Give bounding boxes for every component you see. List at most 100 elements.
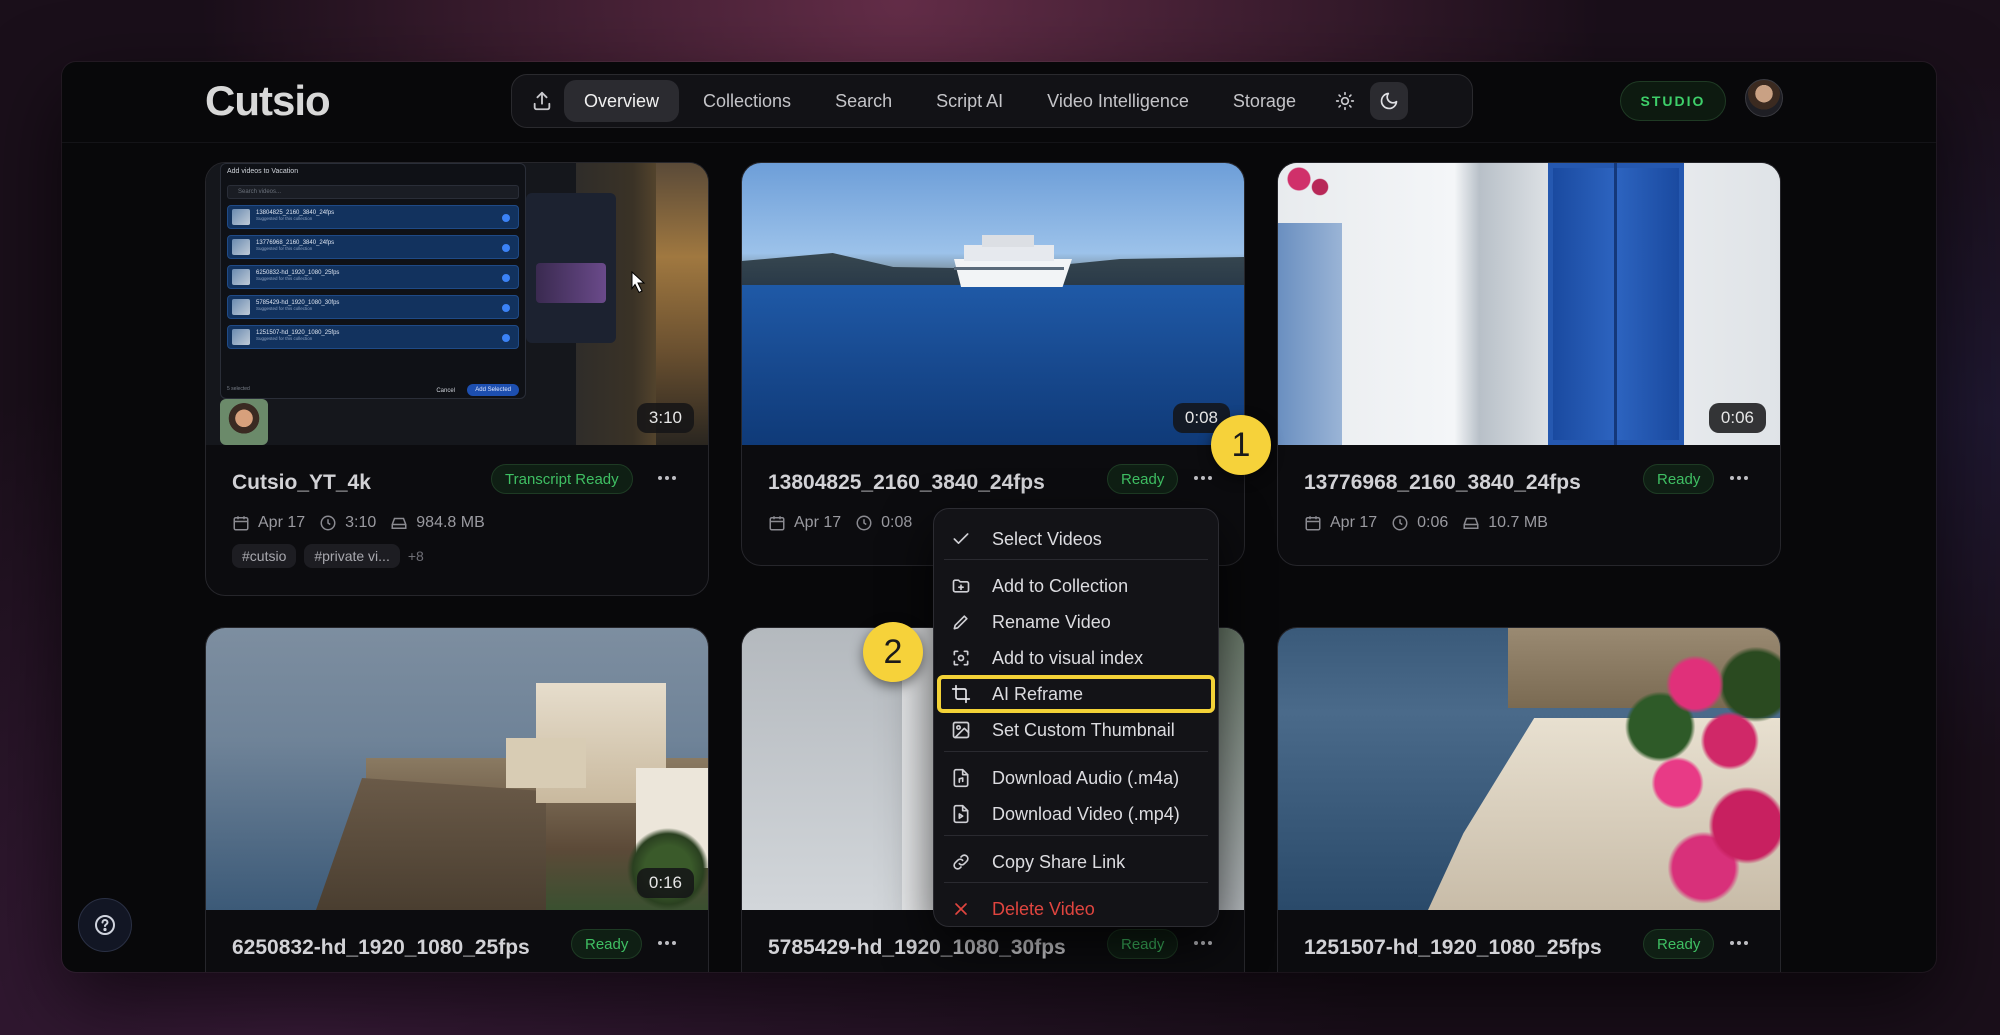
menu-item-set-custom-thumbnail[interactable]: Set Custom Thumbnail: [934, 714, 1218, 746]
header-divider: [62, 142, 1936, 143]
menu-item-download-video[interactable]: Download Video (.mp4): [934, 798, 1218, 830]
dialog-add: Add Selected: [467, 384, 519, 396]
embedded-dialog: Add videos to Vacation Search videos... …: [220, 163, 526, 399]
calendar-icon: [1305, 516, 1321, 531]
help-button[interactable]: [78, 898, 132, 952]
ai-reframe-highlight: [937, 675, 1215, 713]
video-thumbnail[interactable]: 0:16: [206, 628, 708, 910]
folder-plus-icon: [952, 579, 970, 593]
top-nav: Overview Collections Search Script AI Vi…: [511, 74, 1473, 128]
dialog-item-check: [502, 274, 510, 282]
video-card[interactable]: 0:06 13776968_2160_3840_24fps Ready Apr …: [1277, 162, 1781, 566]
menu-item-add-to-collection[interactable]: Add to Collection: [934, 570, 1218, 602]
video-card[interactable]: 0:16 6250832-hd_1920_1080_25fps Ready: [205, 627, 709, 972]
ship-illustration: [942, 233, 1072, 289]
video-title: 13804825_2160_3840_24fps: [768, 471, 1045, 494]
video-card[interactable]: 0:08 13804825_2160_3840_24fps Ready Apr …: [741, 162, 1245, 566]
tab-search[interactable]: Search: [815, 80, 912, 122]
clock-icon: [1392, 515, 1408, 531]
user-avatar[interactable]: [1745, 79, 1783, 117]
dialog-item-sub: Suggested for this collection: [256, 336, 313, 341]
video-thumbnail[interactable]: [1278, 628, 1780, 910]
dialog-item-check: [502, 214, 510, 222]
tag[interactable]: #cutsio: [232, 544, 297, 568]
dialog-item-check: [502, 304, 510, 312]
status-badge: Ready: [1107, 929, 1179, 959]
video-thumbnail[interactable]: 0:06: [1278, 163, 1780, 445]
video-length: 3:10: [345, 514, 377, 531]
tab-script-ai[interactable]: Script AI: [916, 80, 1023, 122]
status-badge: Ready: [1107, 464, 1179, 494]
dialog-item-sub: Suggested for this collection: [256, 306, 313, 311]
video-meta: Apr 17 3:10 984.8 MB: [232, 514, 499, 532]
step-callout-2: 2: [863, 622, 923, 682]
pink-flowers: [1608, 628, 1780, 910]
video-title: 1251507-hd_1920_1080_25fps: [1304, 936, 1602, 959]
video-meta: Apr 17 0:08: [768, 514, 926, 532]
brand-logo[interactable]: Cutsio: [205, 77, 331, 125]
tab-collections[interactable]: Collections: [683, 80, 811, 122]
dialog-title: Add videos to Vacation: [227, 168, 299, 175]
upload-button[interactable]: [520, 81, 564, 121]
menu-item-label: Rename Video: [992, 611, 1111, 632]
studio-button[interactable]: STUDIO: [1620, 81, 1726, 121]
menu-item-download-audio[interactable]: Download Audio (.m4a): [934, 762, 1218, 794]
image-icon: [952, 721, 970, 739]
video-card[interactable]: 1251507-hd_1920_1080_25fps Ready: [1277, 627, 1781, 972]
dialog-item-title: 5785429-hd_1920_1080_30fps: [256, 300, 340, 306]
more-options-button[interactable]: [1726, 931, 1752, 955]
video-length: 0:06: [1417, 514, 1449, 531]
tab-overview[interactable]: Overview: [564, 80, 680, 122]
more-options-button[interactable]: [654, 931, 680, 955]
video-thumbnail[interactable]: 0:08: [742, 163, 1244, 445]
video-date: Apr 17: [258, 514, 306, 531]
menu-item-label: Download Audio (.m4a): [992, 767, 1180, 788]
dialog-item-sub: Suggested for this collection: [256, 216, 313, 221]
more-options-button[interactable]: [1190, 931, 1216, 955]
menu-item-delete-video[interactable]: Delete Video: [934, 893, 1218, 925]
storage-icon: [391, 517, 407, 529]
dialog-list-item: 1251507-hd_1920_1080_25fps Suggested for …: [227, 325, 519, 349]
more-options-button[interactable]: [654, 466, 680, 490]
dialog-list-item: 13776968_2160_3840_24fps Suggested for th…: [227, 235, 519, 259]
pencil-icon: [953, 615, 968, 630]
duration-badge: 3:10: [636, 403, 694, 433]
video-meta: Apr 17 0:06 10.7 MB: [1304, 514, 1562, 532]
dialog-item-thumb: [232, 269, 250, 285]
duration-badge: 0:06: [1708, 403, 1766, 433]
more-options-button[interactable]: [1726, 466, 1752, 490]
video-date: Apr 17: [1330, 514, 1378, 531]
link-icon: [953, 854, 969, 870]
menu-item-add-to-visual-index[interactable]: Add to visual index: [934, 642, 1218, 674]
menu-divider: [944, 882, 1208, 883]
menu-item-rename-video[interactable]: Rename Video: [934, 606, 1218, 638]
menu-item-label: Download Video (.mp4): [992, 803, 1180, 824]
dialog-item-title: 13776968_2160_3840_24fps: [256, 240, 335, 246]
dialog-item-title: 6250832-hd_1920_1080_25fps: [256, 270, 340, 276]
tab-storage[interactable]: Storage: [1213, 80, 1316, 122]
tag[interactable]: #private vi...: [304, 544, 400, 568]
dialog-item-thumb: [232, 299, 250, 315]
dialog-list-item: 5785429-hd_1920_1080_30fps Suggested for …: [227, 295, 519, 319]
menu-item-select-videos[interactable]: Select Videos: [934, 523, 1218, 555]
video-size: 10.7 MB: [1488, 514, 1548, 531]
tab-video-intelligence[interactable]: Video Intelligence: [1027, 80, 1209, 122]
menu-divider: [944, 751, 1208, 752]
dialog-list-item: 13804825_2160_3840_24fps Suggested for th…: [227, 205, 519, 229]
video-context-menu: Select Videos Add to Collection Rename V…: [933, 508, 1219, 927]
menu-item-label: Copy Share Link: [992, 851, 1126, 872]
menu-item-copy-share-link[interactable]: Copy Share Link: [934, 846, 1218, 878]
light-theme-button[interactable]: [1326, 82, 1364, 120]
dialog-search: Search videos...: [227, 185, 519, 199]
dark-theme-button[interactable]: [1369, 82, 1408, 120]
dialog-item-check: [502, 334, 510, 342]
menu-divider: [944, 559, 1208, 560]
upload-icon: [533, 91, 551, 111]
status-badge: Ready: [1643, 929, 1715, 959]
more-options-button[interactable]: [1190, 466, 1216, 490]
video-card[interactable]: Add videos to Vacation Search videos... …: [205, 162, 709, 596]
status-badge: Transcript Ready: [491, 464, 633, 494]
more-tags[interactable]: +8: [408, 548, 424, 564]
video-thumbnail[interactable]: Add videos to Vacation Search videos... …: [206, 163, 708, 445]
video-title: 13776968_2160_3840_24fps: [1304, 471, 1581, 494]
